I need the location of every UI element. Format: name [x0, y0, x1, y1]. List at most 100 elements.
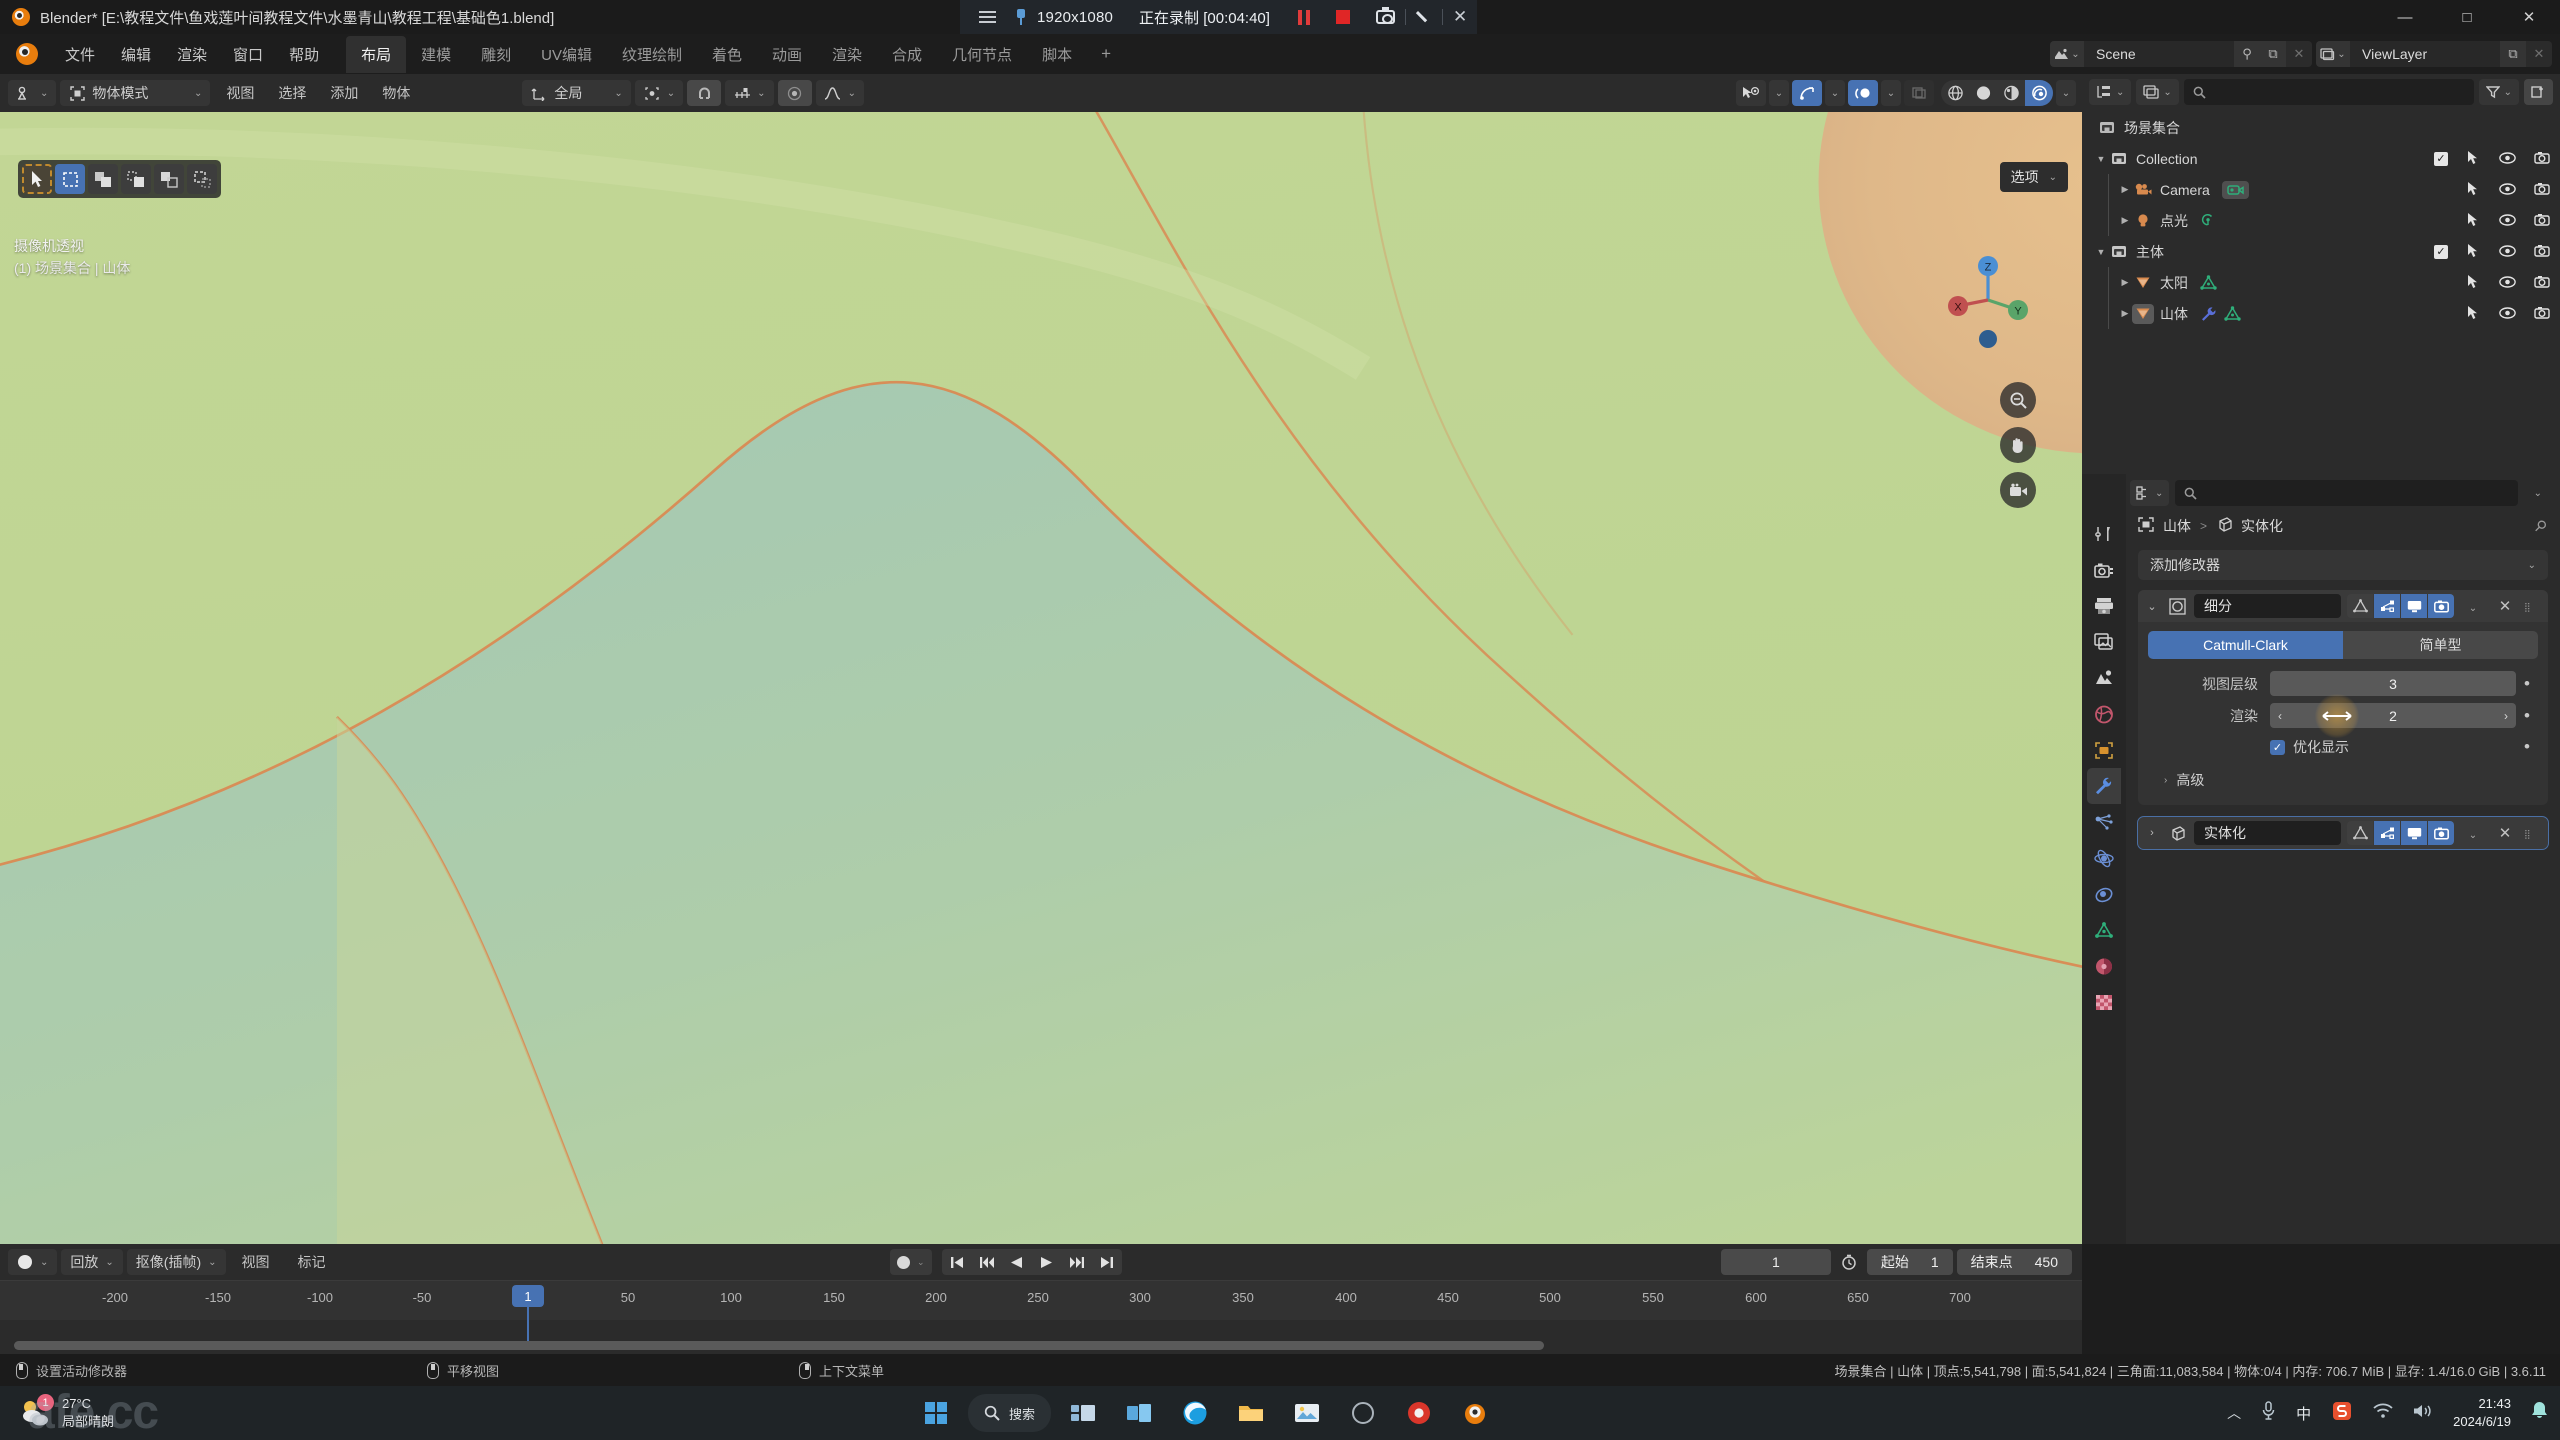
- keying-popover-button[interactable]: 抠像(插帧) ⌄: [126, 1249, 226, 1275]
- snap-settings-selector[interactable]: ⌄: [725, 80, 774, 106]
- timeline-scrollbar[interactable]: [0, 1341, 2082, 1350]
- viewport-canvas[interactable]: 摄像机透视 (1) 场景集合 | 山体 选项 ⌄ Z Y X: [0, 112, 2082, 1244]
- outliner-editor-type-selector[interactable]: ⌄: [2089, 79, 2132, 105]
- navigation-gizmo[interactable]: Z Y X: [1932, 244, 2044, 356]
- breadcrumb-object-name[interactable]: 山体: [2163, 516, 2191, 536]
- 3d-viewport[interactable]: ⌄ 物体模式 ⌄ 视图 选择 添加 物体 全局 ⌄ ⌄ ⌄ ⌄ ⌄ ⌄ ⌄ ⌄ …: [0, 74, 2082, 1244]
- modifier-extras-dropdown[interactable]: ⌄: [2460, 598, 2486, 615]
- frame-range-fields[interactable]: 起始 1: [1866, 1249, 1953, 1275]
- modifier-panel-solidify[interactable]: › 实体化 ⌄ ✕ ⣿: [2137, 816, 2549, 850]
- outliner-editor[interactable]: ⌄ ⌄ ⌄ 场景集合 ▼ Collection ✓ ▶ Camera ▶ 点光 …: [2082, 74, 2560, 474]
- subdivision-type-catmull-clark[interactable]: Catmull-Clark: [2148, 631, 2343, 659]
- optimal-display-row[interactable]: ✓ 优化显示 •: [2148, 734, 2538, 760]
- outliner-display-mode-selector[interactable]: ⌄: [2136, 79, 2179, 105]
- camera-data-icon[interactable]: [2221, 180, 2249, 199]
- modifier-drag-handle[interactable]: ⣿: [2524, 829, 2542, 838]
- modifier-body[interactable]: Catmull-Clark 简单型 视图层级 3 • 渲染 ‹ 2 › • ✓ …: [2138, 622, 2548, 805]
- sogou-input-icon[interactable]: [2331, 1400, 2353, 1427]
- add-modifier-button[interactable]: 添加修改器 ⌄: [2138, 550, 2548, 580]
- pause-button[interactable]: [1297, 9, 1310, 25]
- camera-view-icon[interactable]: [2000, 472, 2036, 508]
- show-gizmo-toggle[interactable]: [1792, 80, 1822, 106]
- scene-selector[interactable]: ⌄ Scene ⚲ ⧉ ✕: [2050, 41, 2312, 67]
- disclosure-triangle[interactable]: ▶: [2118, 277, 2132, 288]
- tab-view-layer[interactable]: [2087, 624, 2121, 660]
- properties-search-input[interactable]: [2175, 480, 2518, 506]
- start-frame-value[interactable]: 1: [1931, 1254, 1939, 1270]
- show-overlays-toggle[interactable]: [1848, 80, 1878, 106]
- outliner-row-scene-collection[interactable]: 场景集合: [2082, 112, 2560, 143]
- outliner-row-toggles[interactable]: [2466, 267, 2550, 298]
- screen-recorder-toolbar[interactable]: 1920x1080 正在录制 [00:04:40] ✕: [960, 0, 1478, 34]
- modifier-panel-subdivision[interactable]: ⌄ 细分 ⌄ ✕ ⣿ Catmull-Clark 简单型 视图层级 3 • 渲染…: [2138, 590, 2548, 805]
- tab-tool[interactable]: [2087, 516, 2121, 552]
- snap-magnet-toggle[interactable]: [687, 80, 722, 106]
- auto-keying-toggle[interactable]: ⌄: [890, 1249, 932, 1275]
- workspace-tab-geometry-nodes[interactable]: 几何节点: [937, 36, 1027, 73]
- menu-help[interactable]: 帮助: [276, 38, 332, 71]
- jump-to-next-keyframe-button[interactable]: [1062, 1256, 1092, 1269]
- recorder-close-icon[interactable]: ✕: [1453, 7, 1467, 27]
- workspace-tab-layout[interactable]: 布局: [346, 35, 407, 73]
- outliner-row-collection[interactable]: ▼ Collection ✓: [2082, 143, 2560, 174]
- outliner-row-toggles[interactable]: [2466, 205, 2550, 236]
- hide-in-viewport-eye-icon[interactable]: [2499, 182, 2516, 198]
- timeline-scrollbar-thumb[interactable]: [14, 1341, 1544, 1350]
- disable-in-render-camera-icon[interactable]: [2534, 213, 2550, 229]
- editor-type-selector[interactable]: ⌄: [8, 80, 57, 106]
- shading-solid[interactable]: [1969, 80, 1997, 106]
- hide-in-viewport-eye-icon[interactable]: [2499, 244, 2516, 260]
- expand-collapse-icon[interactable]: ›: [2144, 827, 2160, 839]
- tab-physics[interactable]: [2087, 840, 2121, 876]
- menu-file[interactable]: 文件: [52, 38, 108, 71]
- blender-app-icon[interactable]: [16, 43, 38, 65]
- workspace-tab-uv-editing[interactable]: UV编辑: [526, 36, 607, 73]
- end-frame-value[interactable]: 450: [2035, 1254, 2058, 1270]
- properties-tab-column[interactable]: [2082, 474, 2126, 1244]
- delete-scene-icon[interactable]: ✕: [2286, 41, 2312, 67]
- pan-hand-icon[interactable]: [2000, 427, 2036, 463]
- windows-taskbar[interactable]: 1 27°C 局部晴朗 搜索 ︿ 中 21:43 2024/6/19: [0, 1386, 2560, 1440]
- tab-object-data[interactable]: [2087, 912, 2121, 948]
- selectable-cursor-icon[interactable]: [2466, 212, 2481, 230]
- recorder-app-icon[interactable]: [1395, 1391, 1443, 1435]
- scene-name[interactable]: Scene: [2084, 46, 2234, 62]
- workspace-tab-animation[interactable]: 动画: [757, 36, 817, 73]
- edit-mode-display-toggle[interactable]: [2374, 821, 2400, 845]
- viewport-levels-field[interactable]: 3: [2270, 671, 2516, 696]
- expand-collapse-icon[interactable]: ⌄: [2144, 600, 2160, 613]
- tab-constraints[interactable]: [2087, 876, 2121, 912]
- timeline-editor-type-selector[interactable]: ⌄: [8, 1249, 58, 1275]
- circle-app-icon[interactable]: [1339, 1391, 1387, 1435]
- modifier-drag-handle[interactable]: ⣿: [2524, 602, 2542, 611]
- tab-scene[interactable]: [2087, 660, 2121, 696]
- xray-toggle[interactable]: [1904, 80, 1934, 106]
- modifier-display-toggles[interactable]: [2347, 594, 2454, 618]
- delete-viewlayer-icon[interactable]: ✕: [2526, 41, 2552, 67]
- collection-checkbox[interactable]: ✓: [2434, 151, 2448, 166]
- workspace-tab-scripting[interactable]: 脚本: [1027, 36, 1087, 73]
- new-viewlayer-icon[interactable]: ⧉: [2500, 41, 2526, 67]
- outliner-row-toggles[interactable]: ✓: [2434, 143, 2550, 174]
- modifier-header[interactable]: › 实体化 ⌄ ✕ ⣿: [2137, 816, 2549, 850]
- tool-select-lasso[interactable]: [121, 164, 151, 194]
- microphone-icon[interactable]: [2261, 1401, 2276, 1425]
- render-display-toggle[interactable]: [2428, 594, 2454, 618]
- taskbar-clock[interactable]: 21:43 2024/6/19: [2453, 1395, 2511, 1430]
- subdivision-type-simple[interactable]: 简单型: [2343, 631, 2538, 659]
- viewport-menu-view[interactable]: 视图: [214, 83, 266, 103]
- outliner-new-collection-button[interactable]: [2524, 79, 2553, 105]
- notification-bell-icon[interactable]: [2531, 1401, 2548, 1425]
- selectable-cursor-icon[interactable]: [2466, 181, 2481, 199]
- hide-in-viewport-eye-icon[interactable]: [2499, 151, 2516, 167]
- volume-icon[interactable]: [2413, 1403, 2433, 1424]
- edit-mode-display-toggle[interactable]: [2374, 594, 2400, 618]
- workspace-tab-rendering[interactable]: 渲染: [817, 36, 877, 73]
- tool-select-box[interactable]: [55, 164, 85, 194]
- workspace-tab-shading[interactable]: 着色: [697, 36, 757, 73]
- folder-icon[interactable]: [1227, 1391, 1275, 1435]
- gizmo-dropdown[interactable]: ⌄: [1825, 80, 1845, 106]
- viewport-navigation-buttons[interactable]: [2000, 382, 2036, 508]
- tab-output[interactable]: [2087, 588, 2121, 624]
- search-button[interactable]: 搜索: [968, 1394, 1052, 1432]
